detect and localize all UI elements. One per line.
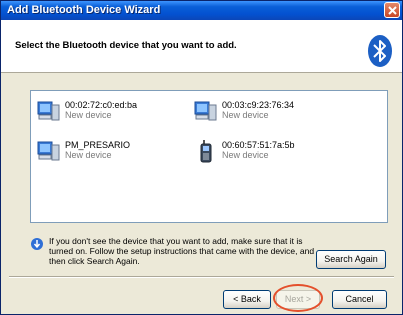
device-name: 00:03:c9:23:76:34 xyxy=(222,100,295,110)
close-button[interactable] xyxy=(384,2,400,18)
header-instruction: Select the Bluetooth device that you wan… xyxy=(15,40,237,51)
device-status: New device xyxy=(65,150,112,160)
device-status: New device xyxy=(65,110,112,120)
divider xyxy=(9,276,394,278)
computer-icon xyxy=(194,101,217,121)
highlight-annotation xyxy=(273,284,323,312)
computer-icon xyxy=(37,101,60,121)
device-name: 00:60:57:51:7a:5b xyxy=(222,140,295,150)
device-status: New device xyxy=(222,150,269,160)
back-button[interactable]: < Back xyxy=(223,290,271,309)
phone-icon xyxy=(200,140,212,163)
window-title: Add Bluetooth Device Wizard xyxy=(7,4,161,16)
info-arrow-icon xyxy=(31,238,43,250)
wizard-window: Add Bluetooth Device Wizard Select the B… xyxy=(0,0,403,315)
info-text: If you don't see the device that you wan… xyxy=(49,236,315,266)
search-again-button[interactable]: Search Again xyxy=(316,250,386,269)
device-list[interactable]: 00:02:72:c0:ed:ba New device 00:03:c9:23… xyxy=(30,90,388,223)
device-name: PM_PRESARIO xyxy=(65,140,131,150)
title-bar[interactable]: Add Bluetooth Device Wizard xyxy=(1,1,402,20)
wizard-header: Select the Bluetooth device that you wan… xyxy=(1,20,402,73)
computer-icon xyxy=(37,141,60,161)
cancel-button[interactable]: Cancel xyxy=(332,290,387,309)
device-name: 00:02:72:c0:ed:ba xyxy=(65,100,138,110)
bluetooth-icon xyxy=(368,35,392,67)
close-icon xyxy=(388,6,397,15)
device-status: New device xyxy=(222,110,269,120)
